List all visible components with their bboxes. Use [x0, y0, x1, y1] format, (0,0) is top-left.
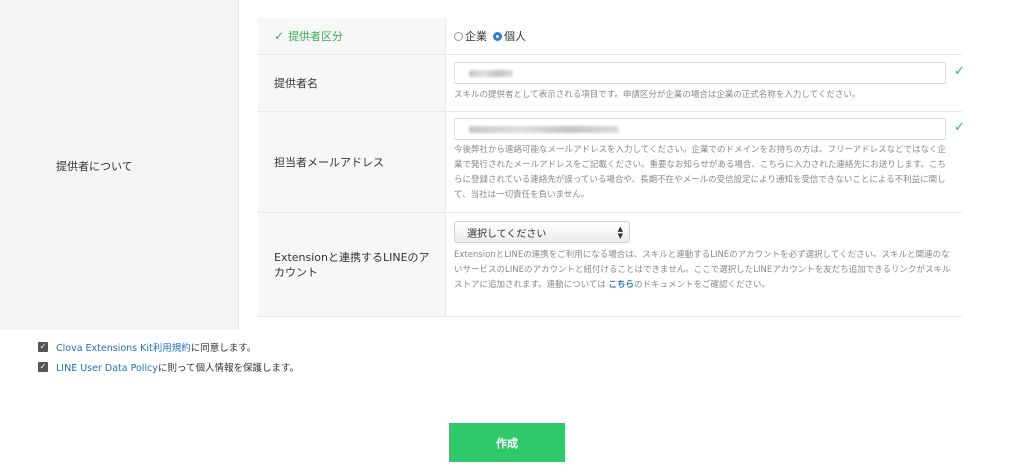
terms-checkbox[interactable]: ✓ — [38, 342, 48, 352]
contact-email-input[interactable] — [454, 118, 946, 140]
provider-name-valid-icon: ✓ — [954, 64, 965, 79]
line-account-label-cell: Extensionと連携するLINEのアカウント — [258, 213, 446, 316]
data-policy-link[interactable]: LINE User Data Policy — [56, 363, 158, 374]
section-label-column: 提供者について — [0, 0, 239, 330]
contact-email-help: 今後弊社から連絡可能なメールアドレスを入力してください。企業でのドメインをお持ち… — [454, 145, 946, 200]
radio-individual-label: 個人 — [504, 30, 526, 43]
provider-name-label-cell: 提供者名 — [258, 55, 446, 111]
provider-name-help: スキルの提供者として表示される項目です。申請区分が企業の場合は企業の正式名称を入… — [454, 90, 861, 100]
provider-type-label: 提供者区分 — [288, 30, 344, 43]
radio-individual[interactable]: 個人 — [493, 28, 526, 44]
line-account-select[interactable]: 選択してください ▲ ▼ — [454, 221, 630, 243]
valid-check-icon: ✓ — [274, 29, 285, 43]
agreement-terms: ✓ Clova Extensions Kit利用規約に同意します。 — [38, 340, 256, 354]
data-policy-text: LINE User Data Policyに則って個人情報を保護します。 — [56, 360, 299, 374]
terms-suffix: に同意します。 — [190, 343, 257, 354]
line-account-doc-link[interactable]: こちら — [608, 280, 634, 290]
contact-email-valid-icon: ✓ — [954, 120, 965, 135]
provider-name-input[interactable] — [454, 62, 946, 84]
line-account-help: ExtensionとLINEの連携をご利用になる場合は、スキルと連動するLINE… — [454, 248, 954, 293]
provider-name-row: 提供者名 ✓ スキルの提供者として表示される項目です。申請区分が企業の場合は企業… — [258, 55, 965, 112]
provider-type-row: ✓ 提供者区分 企業 個人 — [258, 18, 962, 55]
redacted-value — [469, 70, 513, 77]
redacted-value — [469, 126, 619, 133]
contact-email-label-cell: 担当者メールアドレス — [258, 112, 446, 212]
select-arrows-icon: ▲ ▼ — [617, 225, 623, 240]
radio-company-label: 企業 — [465, 30, 487, 43]
line-account-select-value: 選択してください — [467, 228, 547, 240]
line-account-help-text-end: のドキュメントをご確認ください。 — [633, 280, 770, 290]
provider-name-label: 提供者名 — [274, 77, 318, 90]
line-account-row: Extensionと連携するLINEのアカウント 選択してください ▲ ▼ Ext… — [258, 213, 962, 317]
provider-type-radio-group: 企業 個人 — [454, 28, 526, 44]
agreement-data-policy: ✓ LINE User Data Policyに則って個人情報を保護します。 — [38, 360, 299, 374]
data-policy-suffix: に則って個人情報を保護します。 — [157, 363, 300, 374]
radio-individual-button[interactable] — [493, 31, 502, 41]
data-policy-checkbox[interactable]: ✓ — [38, 362, 48, 372]
radio-company[interactable]: 企業 — [454, 28, 487, 44]
terms-link[interactable]: Clova Extensions Kit利用規約 — [56, 343, 191, 354]
terms-text: Clova Extensions Kit利用規約に同意します。 — [56, 340, 256, 354]
provider-form-panel: 提供者について ✓ 提供者区分 企業 個人 提供者名 ✓ スキルの提供者として表… — [0, 0, 984, 330]
provider-type-label-cell: ✓ 提供者区分 — [258, 18, 446, 54]
radio-company-button[interactable] — [454, 31, 463, 41]
create-button[interactable]: 作成 — [449, 423, 565, 462]
section-label: 提供者について — [56, 160, 133, 173]
contact-email-row: 担当者メールアドレス ✓ 今後弊社から連絡可能なメールアドレスを入力してください… — [258, 112, 965, 213]
contact-email-label: 担当者メールアドレス — [274, 156, 384, 169]
line-account-label: Extensionと連携するLINEのアカウント — [274, 250, 430, 279]
